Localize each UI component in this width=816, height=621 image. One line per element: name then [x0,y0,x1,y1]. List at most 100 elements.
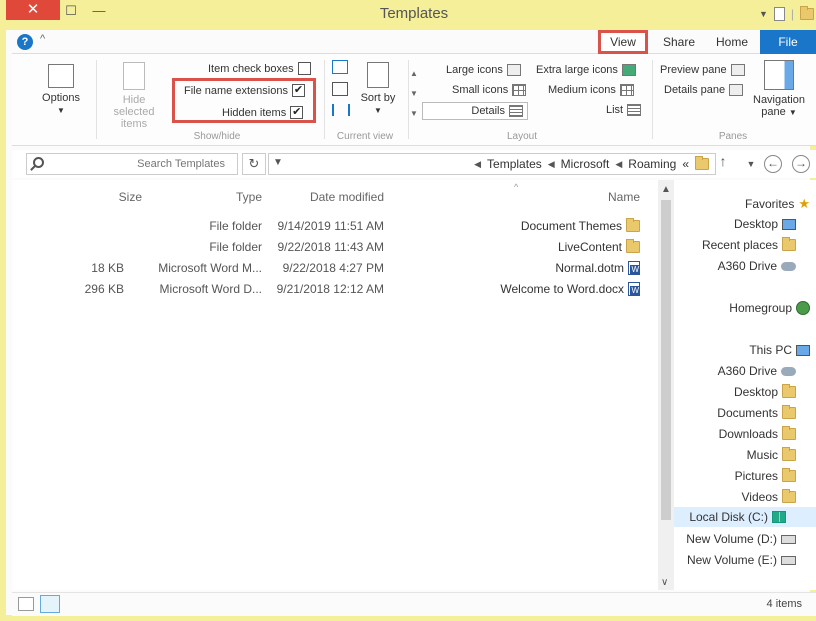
large-icons-view-button[interactable] [18,597,34,611]
nav-item-favorites[interactable]: Favorites ★ [745,196,810,212]
navigation-pane-button[interactable]: Navigation pane ▼ [746,60,812,119]
new-folder-icon[interactable] [773,7,785,21]
nav-item-volume-d[interactable]: New Volume (D:) [686,532,796,546]
column-header-size[interactable]: Size [119,190,142,204]
column-header-date-modified[interactable]: Date modified [310,190,384,204]
nav-item-volume-e[interactable]: New Volume (E:) [687,553,796,567]
address-path[interactable]: ▼ ◀ Templates ◀ Microsoft ◀ Roaming « [268,153,716,175]
table-row[interactable]: Document Themes 9/14/2019 11:51 AM File … [12,216,658,236]
tab-home[interactable]: Home [706,30,758,54]
list-option[interactable]: List [606,104,642,116]
details-view-button[interactable] [40,595,60,613]
nav-item-music[interactable]: Music [747,447,796,462]
item-check-boxes-option[interactable]: Item check boxes [208,62,311,75]
search-input[interactable] [27,154,237,174]
table-row[interactable]: Normal.dotm 9/22/2018 4:27 PM Microsoft … [12,258,658,278]
type-cell: File folder [209,240,262,254]
panes-group-label: Panes [718,131,748,142]
navigation-pane-label: Navigation pane [753,94,805,118]
hide-selected-items-button[interactable]: Hide selected items [102,62,166,130]
breadcrumb-overflow[interactable]: « [682,157,689,171]
options-label: Options [42,92,80,104]
options-button[interactable]: Options ▼ [36,64,86,117]
forward-arrow-icon[interactable]: ← [764,155,782,173]
large-icons-option[interactable]: Large icons [446,64,521,76]
date-cell: 9/14/2019 11:51 AM [277,219,384,233]
preview-pane-button[interactable]: Preview pane [660,64,745,76]
address-bar: ↻ ▼ ◀ Templates ◀ Microsoft ◀ Roaming « … [12,150,816,178]
add-columns-icon[interactable] [332,82,348,96]
breadcrumb-separator-icon: ◀ [474,158,482,169]
sort-by-button[interactable]: Sort by ▼ [358,62,398,117]
nav-label: A360 Drive [717,259,777,273]
options-icon [48,64,74,88]
hide-selected-icon [123,62,145,90]
nav-label: Documents [717,406,778,420]
nav-item-desktop[interactable]: Desktop [734,217,796,231]
scroll-thumb[interactable] [661,200,671,520]
breadcrumb: ◀ Templates ◀ Microsoft ◀ Roaming « [474,156,709,171]
group-by-icon[interactable] [332,60,348,74]
up-arrow-icon[interactable]: ↑ [714,154,732,172]
date-cell: 9/22/2018 11:43 AM [277,240,384,254]
nav-item-documents[interactable]: Documents [717,405,796,420]
breadcrumb-microsoft[interactable]: Microsoft [561,157,610,171]
nav-label: Recent places [701,238,778,252]
extra-large-icons-icon [621,64,636,76]
tab-file[interactable]: File [760,30,816,54]
details-pane-icon [729,84,744,96]
navigation-pane-icon [764,60,794,90]
qat-dropdown-icon[interactable]: ▼ [759,9,768,19]
computer-icon [796,344,810,356]
breadcrumb-templates[interactable]: Templates [487,157,542,171]
chevron-down-icon[interactable]: ▼ [273,157,283,168]
table-row[interactable]: Welcome to Word.docx 9/21/2018 12:12 AM … [12,279,658,299]
extra-large-icons-option[interactable]: Extra large icons [536,64,636,76]
nav-item-downloads[interactable]: Downloads [718,426,796,441]
recent-places-icon [782,237,796,251]
type-cell: Microsoft Word D... [159,282,262,296]
details-pane-button[interactable]: Details pane [664,84,744,96]
refresh-button[interactable]: ↻ [242,153,266,175]
nav-item-videos[interactable]: Videos [742,489,796,504]
nav-item-pictures[interactable]: Pictures [735,468,796,483]
large-icons-icon [506,64,521,76]
breadcrumb-roaming[interactable]: Roaming [628,157,676,171]
recent-locations-icon[interactable]: ▼ [742,157,760,175]
tab-view[interactable]: View [598,30,648,54]
nav-item-recent-places[interactable]: Recent places [701,237,796,252]
nav-scrollbar[interactable]: ▲ ∨ [658,180,674,590]
collapse-ribbon-icon[interactable]: ^ [40,33,45,45]
table-row[interactable]: LiveContent 9/22/2018 11:43 AM File fold… [12,237,658,257]
back-arrow-icon[interactable]: → [792,155,810,173]
scroll-down-icon[interactable]: ∨ [661,577,668,588]
small-icons-option[interactable]: Small icons [452,84,527,96]
nav-label: Downloads [718,427,778,441]
column-header-name[interactable]: Name [608,190,640,204]
download-folder-icon [782,426,796,440]
folder-icon [800,6,814,20]
file-name: Document Themes [520,219,622,233]
item-check-boxes-checkbox[interactable] [297,62,311,75]
details-icon [509,105,523,117]
details-option[interactable]: Details [422,102,528,120]
nav-item-a360-drive[interactable]: A360 Drive [718,364,796,378]
nav-item-pc-desktop[interactable]: Desktop [734,384,796,399]
scroll-up-icon[interactable]: ▲ [661,184,671,195]
file-name-cell: Normal.dotm [555,261,640,275]
search-box[interactable] [26,153,238,175]
nav-label: New Volume (D:) [686,532,777,546]
highlight-annotation [172,78,316,123]
column-header-type[interactable]: Type [236,190,262,204]
help-icon[interactable]: ? [17,34,33,50]
size-columns-icon[interactable] [332,104,350,116]
nav-item-homegroup[interactable]: Homegroup [729,301,810,315]
tab-share[interactable]: Share [652,30,706,54]
nav-item-a360-favorite[interactable]: A360 Drive [718,259,796,273]
chevron-down-icon: ▼ [57,106,65,115]
layout-scroll[interactable]: ▲ ▼ ▼ [410,64,418,124]
medium-icons-option[interactable]: Medium icons [548,84,634,96]
nav-item-this-pc[interactable]: This PC [749,343,810,357]
nav-item-local-disk[interactable]: Local Disk (C:) [674,507,816,527]
nav-label: A360 Drive [717,364,777,378]
